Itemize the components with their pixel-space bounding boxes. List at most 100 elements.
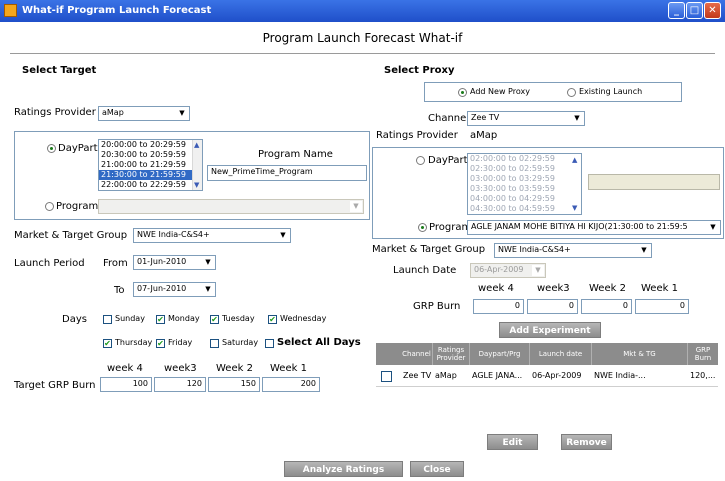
checkbox-friday[interactable]: ✔ xyxy=(156,339,165,348)
channel-select[interactable]: Zee TV ▼ xyxy=(467,111,585,126)
daypart-list[interactable]: 20:00:00 to 20:29:59 20:30:00 to 20:59:5… xyxy=(98,139,203,191)
proxy-week-header: Week 1 xyxy=(641,283,678,294)
program-name-input[interactable]: New_PrimeTime_Program xyxy=(207,165,367,181)
day-label-saturday: Saturday xyxy=(222,338,259,347)
table-row[interactable]: Zee TV aMap AGLE JANA... 06-Apr-2009 NWE… xyxy=(376,367,718,385)
proxy-market-target-select[interactable]: NWE India-C&S4+ ▼ xyxy=(494,243,652,258)
list-item[interactable]: 22:00:00 to 22:29:59 xyxy=(99,180,202,190)
proxy-ratings-provider-label: Ratings Provider xyxy=(376,130,458,141)
header-divider xyxy=(10,53,715,54)
ratings-provider-select[interactable]: aMap ▼ xyxy=(98,106,190,121)
day-label-sunday: Sunday xyxy=(115,314,145,323)
list-item-selected[interactable]: 21:30:00 to 21:59:59 xyxy=(99,170,202,180)
analyze-ratings-button[interactable]: Analyze Ratings xyxy=(284,461,403,477)
launch-date-value: 06-Apr-2009 xyxy=(474,265,524,274)
list-item[interactable]: 04:30:00 to 04:59:59 xyxy=(468,204,581,214)
grp-week2-input[interactable]: 0 xyxy=(581,299,632,314)
chevron-down-icon: ▼ xyxy=(707,222,719,233)
daypart-radio[interactable] xyxy=(47,144,56,153)
add-new-proxy-radio[interactable] xyxy=(458,88,467,97)
grid-cell: AGLE JANA... xyxy=(472,371,523,380)
proxy-ratings-provider-value: aMap xyxy=(470,130,498,141)
existing-launch-label: Existing Launch xyxy=(579,87,643,96)
program-select[interactable]: ▼ xyxy=(98,199,364,214)
window-title: What-if Program Launch Forecast xyxy=(22,5,212,16)
to-label: To xyxy=(114,285,125,296)
chevron-down-icon: ▼ xyxy=(202,257,214,268)
proxy-program-name-input[interactable] xyxy=(588,174,720,190)
maximize-button[interactable]: □ xyxy=(686,2,703,19)
grp-week1-input[interactable]: 0 xyxy=(635,299,689,314)
target-grp-week4-input[interactable]: 100 xyxy=(100,377,152,392)
existing-launch-radio[interactable] xyxy=(567,88,576,97)
day-label-thursday: Thursday xyxy=(115,338,153,347)
grp-week3-input[interactable]: 0 xyxy=(527,299,578,314)
scrollbar[interactable]: ▲ ▼ xyxy=(192,140,202,190)
grp-week4-input[interactable]: 0 xyxy=(473,299,524,314)
list-item[interactable]: 02:30:00 to 02:59:59 xyxy=(468,164,581,174)
target-grp-week3-input[interactable]: 120 xyxy=(154,377,206,392)
remove-button[interactable]: Remove xyxy=(561,434,612,450)
page-title: Program Launch Forecast What-if xyxy=(262,31,463,45)
from-date-value: 01-Jun-2010 xyxy=(137,257,187,266)
grp-burn-label: GRP Burn xyxy=(413,301,461,312)
week-header: Week 1 xyxy=(270,363,307,374)
scroll-down-icon[interactable]: ▼ xyxy=(572,204,577,212)
week-header: Week 2 xyxy=(216,363,253,374)
checkbox-thursday[interactable]: ✔ xyxy=(103,339,112,348)
list-item[interactable]: 03:00:00 to 03:29:59 xyxy=(468,174,581,184)
scroll-up-icon[interactable]: ▲ xyxy=(194,141,199,149)
from-date-select[interactable]: 01-Jun-2010 ▼ xyxy=(133,255,216,270)
proxy-program-value: AGLE JANAM MOHE BITIYA HI KIJO(21:30:00 … xyxy=(471,222,688,231)
proxy-daypart-radio[interactable] xyxy=(416,156,425,165)
proxy-program-radio[interactable] xyxy=(418,223,427,232)
close-button[interactable]: Close xyxy=(410,461,464,477)
scrollbar[interactable]: ▲ ▼ xyxy=(571,154,581,214)
grid-cell: 120,... xyxy=(690,371,716,380)
grid-header-mkt-tg: Mkt & TG xyxy=(592,343,688,365)
proxy-week-header: week 4 xyxy=(478,283,514,294)
row-select-checkbox[interactable] xyxy=(381,371,392,382)
list-item[interactable]: 20:30:00 to 20:59:59 xyxy=(99,150,202,160)
proxy-daypart-list[interactable]: 02:00:00 to 02:29:59 02:30:00 to 02:59:5… xyxy=(467,153,582,215)
program-name-label: Program Name xyxy=(258,149,333,160)
channel-value: Zee TV xyxy=(471,113,500,122)
ratings-provider-value: aMap xyxy=(102,108,124,117)
select-all-days-label: Select All Days xyxy=(277,337,361,348)
market-target-select[interactable]: NWE India-C&S4+ ▼ xyxy=(133,228,291,243)
from-label: From xyxy=(103,258,128,269)
list-item[interactable]: 20:00:00 to 20:29:59 xyxy=(99,140,202,150)
scroll-up-icon[interactable]: ▲ xyxy=(572,156,577,164)
list-item[interactable]: 03:30:00 to 03:59:59 xyxy=(468,184,581,194)
list-item[interactable]: 21:00:00 to 21:29:59 xyxy=(99,160,202,170)
checkbox-wednesday[interactable]: ✔ xyxy=(268,315,277,324)
edit-button[interactable]: Edit xyxy=(487,434,538,450)
ratings-provider-label: Ratings Provider xyxy=(14,107,96,118)
add-experiment-button[interactable]: Add Experiment xyxy=(499,322,601,338)
launch-date-label: Launch Date xyxy=(393,265,457,276)
grid-header-ratings-provider: Ratings Provider xyxy=(433,343,470,365)
program-radio[interactable] xyxy=(45,202,54,211)
grid-header-daypart: Daypart/Prg xyxy=(470,343,530,365)
checkbox-monday[interactable]: ✔ xyxy=(156,315,165,324)
add-new-proxy-label: Add New Proxy xyxy=(470,87,530,96)
checkbox-tuesday[interactable]: ✔ xyxy=(210,315,219,324)
target-grp-week2-input[interactable]: 150 xyxy=(208,377,260,392)
checkbox-saturday[interactable] xyxy=(210,339,219,348)
checkbox-select-all[interactable] xyxy=(265,339,274,348)
chevron-down-icon: ▼ xyxy=(202,284,214,295)
select-proxy-title: Select Proxy xyxy=(384,65,455,76)
market-target-label: Market & Target Group xyxy=(14,230,128,241)
channel-label: Channel xyxy=(428,113,470,124)
target-grp-week1-input[interactable]: 200 xyxy=(262,377,320,392)
list-item[interactable]: 02:00:00 to 02:29:59 xyxy=(468,154,581,164)
list-item[interactable]: 04:00:00 to 04:29:59 xyxy=(468,194,581,204)
minimize-button[interactable]: _ xyxy=(668,2,685,19)
checkbox-sunday[interactable] xyxy=(103,315,112,324)
scroll-down-icon[interactable]: ▼ xyxy=(194,181,199,189)
to-date-select[interactable]: 07-Jun-2010 ▼ xyxy=(133,282,216,297)
close-window-button[interactable]: ✕ xyxy=(704,2,721,19)
launch-date-select[interactable]: 06-Apr-2009 ▼ xyxy=(470,263,546,278)
program-label: Program xyxy=(56,201,99,212)
proxy-program-select[interactable]: AGLE JANAM MOHE BITIYA HI KIJO(21:30:00 … xyxy=(467,220,721,235)
